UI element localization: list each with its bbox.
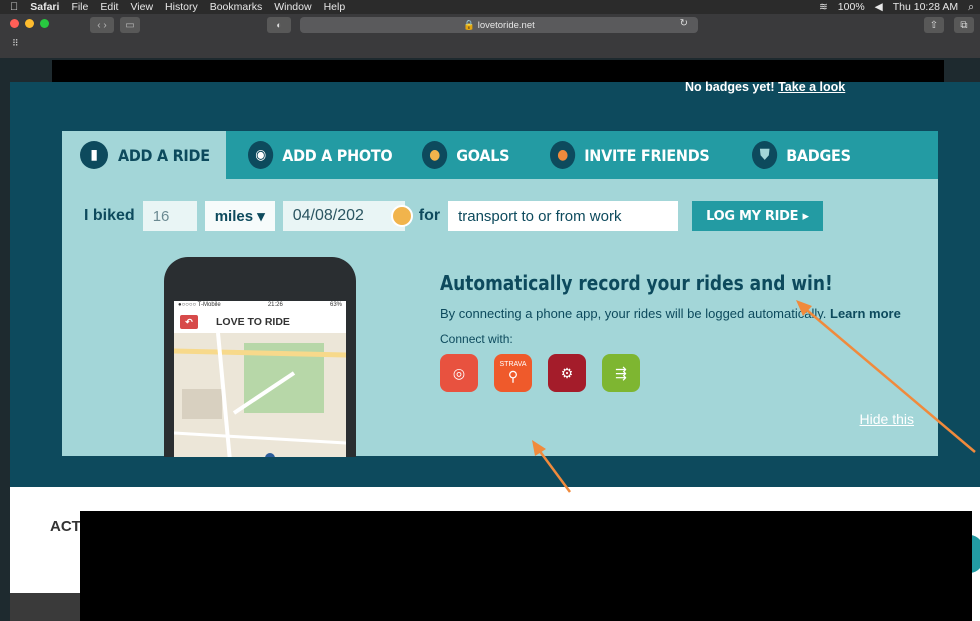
screen: { "menubar": { "apple": "", "app": "Safa…	[0, 0, 980, 621]
arrow-to-promo	[801, 305, 976, 453]
arrow-to-strava	[534, 445, 572, 493]
annotation-arrows	[532, 300, 976, 493]
arrowhead-strava	[532, 440, 546, 456]
